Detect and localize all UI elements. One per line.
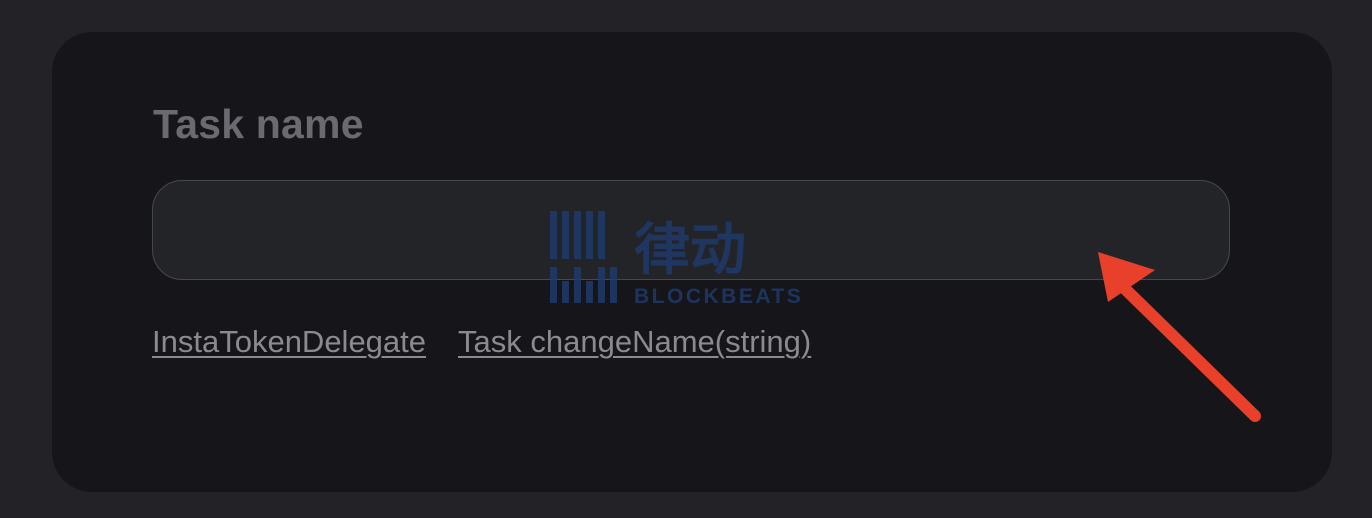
task-change-name-link[interactable]: Task changeName(string): [458, 322, 811, 362]
task-name-card: Task name InstaTokenDelegate Task change…: [52, 32, 1332, 492]
task-name-label: Task name: [153, 101, 364, 147]
link-row: InstaTokenDelegate Task changeName(strin…: [152, 322, 811, 362]
insta-token-delegate-link[interactable]: InstaTokenDelegate: [152, 322, 426, 362]
task-name-input[interactable]: [152, 180, 1230, 280]
